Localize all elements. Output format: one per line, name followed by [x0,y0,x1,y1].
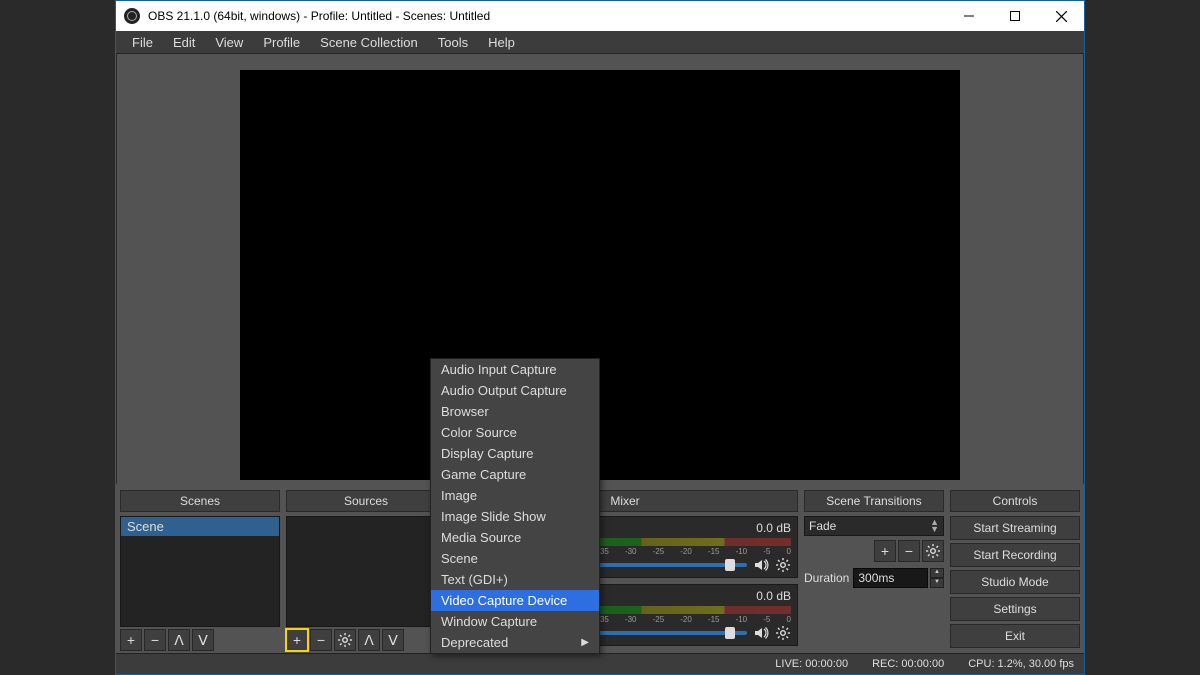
menu-view[interactable]: View [207,32,251,53]
scene-up-button[interactable]: ᐱ [168,629,190,651]
panels-row: Scenes Scene + − ᐱ ᐯ Sources + − ᐱ [116,484,1084,653]
add-source-menu: Audio Input Capture Audio Output Capture… [430,358,600,654]
scenes-toolbar: + − ᐱ ᐯ [120,627,280,651]
sources-header: Sources [286,490,446,512]
obs-window: OBS 21.1.0 (64bit, windows) - Profile: U… [115,0,1085,675]
source-up-button[interactable]: ᐱ [358,629,380,651]
status-cpu: CPU: 1.2%, 30.00 fps [968,658,1074,670]
ctx-game-capture[interactable]: Game Capture [431,464,599,485]
controls-panel: Controls Start Streaming Start Recording… [950,490,1080,651]
scenes-panel: Scenes Scene + − ᐱ ᐯ [120,490,280,651]
duration-spinner[interactable]: ▲▼ [930,568,944,588]
close-button[interactable] [1038,1,1084,31]
maximize-button[interactable] [992,1,1038,31]
add-transition-button[interactable]: + [874,540,896,562]
chevron-right-icon: ▶ [581,637,589,648]
sources-list[interactable] [286,516,446,627]
window-title: OBS 21.1.0 (64bit, windows) - Profile: U… [148,9,490,23]
preview-canvas[interactable] [240,70,960,480]
statusbar: LIVE: 00:00:00 REC: 00:00:00 CPU: 1.2%, … [116,653,1084,674]
volume-icon[interactable] [753,557,769,573]
duration-input[interactable]: 300ms [853,568,928,588]
remove-source-button[interactable]: − [310,629,332,651]
scene-down-button[interactable]: ᐯ [192,629,214,651]
settings-button[interactable]: Settings [950,597,1080,621]
preview-area [116,54,1084,484]
remove-scene-button[interactable]: − [144,629,166,651]
menu-help[interactable]: Help [480,32,523,53]
menubar: File Edit View Profile Scene Collection … [116,31,1084,54]
ctx-window-capture[interactable]: Window Capture [431,611,599,632]
start-streaming-button[interactable]: Start Streaming [950,516,1080,540]
studio-mode-button[interactable]: Studio Mode [950,570,1080,594]
transition-settings-button[interactable] [922,540,944,562]
transitions-header: Scene Transitions [804,490,944,512]
volume-icon[interactable] [753,625,769,641]
ctx-deprecated[interactable]: Deprecated▶ [431,632,599,653]
transitions-panel: Scene Transitions Fade ▲▼ + − Duration 3… [804,490,944,651]
remove-transition-button[interactable]: − [898,540,920,562]
scenes-header: Scenes [120,490,280,512]
status-live: LIVE: 00:00:00 [775,658,848,670]
add-scene-button[interactable]: + [120,629,142,651]
ctx-display-capture[interactable]: Display Capture [431,443,599,464]
mixer-channel-db: 0.0 dB [756,521,791,535]
gear-icon[interactable] [775,625,791,641]
menu-file[interactable]: File [124,32,161,53]
source-down-button[interactable]: ᐯ [382,629,404,651]
mixer-channel-db: 0.0 dB [756,589,791,603]
menu-profile[interactable]: Profile [255,32,308,53]
source-properties-button[interactable] [334,629,356,651]
app-icon [124,8,140,24]
duration-label: Duration [804,571,849,585]
ctx-scene[interactable]: Scene [431,548,599,569]
menu-tools[interactable]: Tools [430,32,476,53]
ctx-media-source[interactable]: Media Source [431,527,599,548]
menu-scene-collection[interactable]: Scene Collection [312,32,426,53]
ctx-image[interactable]: Image [431,485,599,506]
sources-toolbar: + − ᐱ ᐯ [286,627,446,651]
titlebar: OBS 21.1.0 (64bit, windows) - Profile: U… [116,1,1084,31]
ctx-image-slideshow[interactable]: Image Slide Show [431,506,599,527]
updown-icon: ▲▼ [930,519,939,533]
menu-edit[interactable]: Edit [165,32,203,53]
minimize-button[interactable] [946,1,992,31]
transition-select[interactable]: Fade ▲▼ [804,516,944,536]
add-source-button[interactable]: + [286,629,308,651]
sources-panel: Sources + − ᐱ ᐯ [286,490,446,651]
start-recording-button[interactable]: Start Recording [950,543,1080,567]
scenes-list[interactable]: Scene [120,516,280,627]
gear-icon [925,543,941,559]
exit-button[interactable]: Exit [950,624,1080,648]
gear-icon[interactable] [775,557,791,573]
ctx-audio-output[interactable]: Audio Output Capture [431,380,599,401]
controls-header: Controls [950,490,1080,512]
ctx-text-gdi[interactable]: Text (GDI+) [431,569,599,590]
gear-icon [337,632,353,648]
ctx-color-source[interactable]: Color Source [431,422,599,443]
ctx-browser[interactable]: Browser [431,401,599,422]
ctx-video-capture-device[interactable]: Video Capture Device [431,590,599,611]
ctx-audio-input[interactable]: Audio Input Capture [431,359,599,380]
scene-item[interactable]: Scene [121,517,279,536]
status-rec: REC: 00:00:00 [872,658,944,670]
